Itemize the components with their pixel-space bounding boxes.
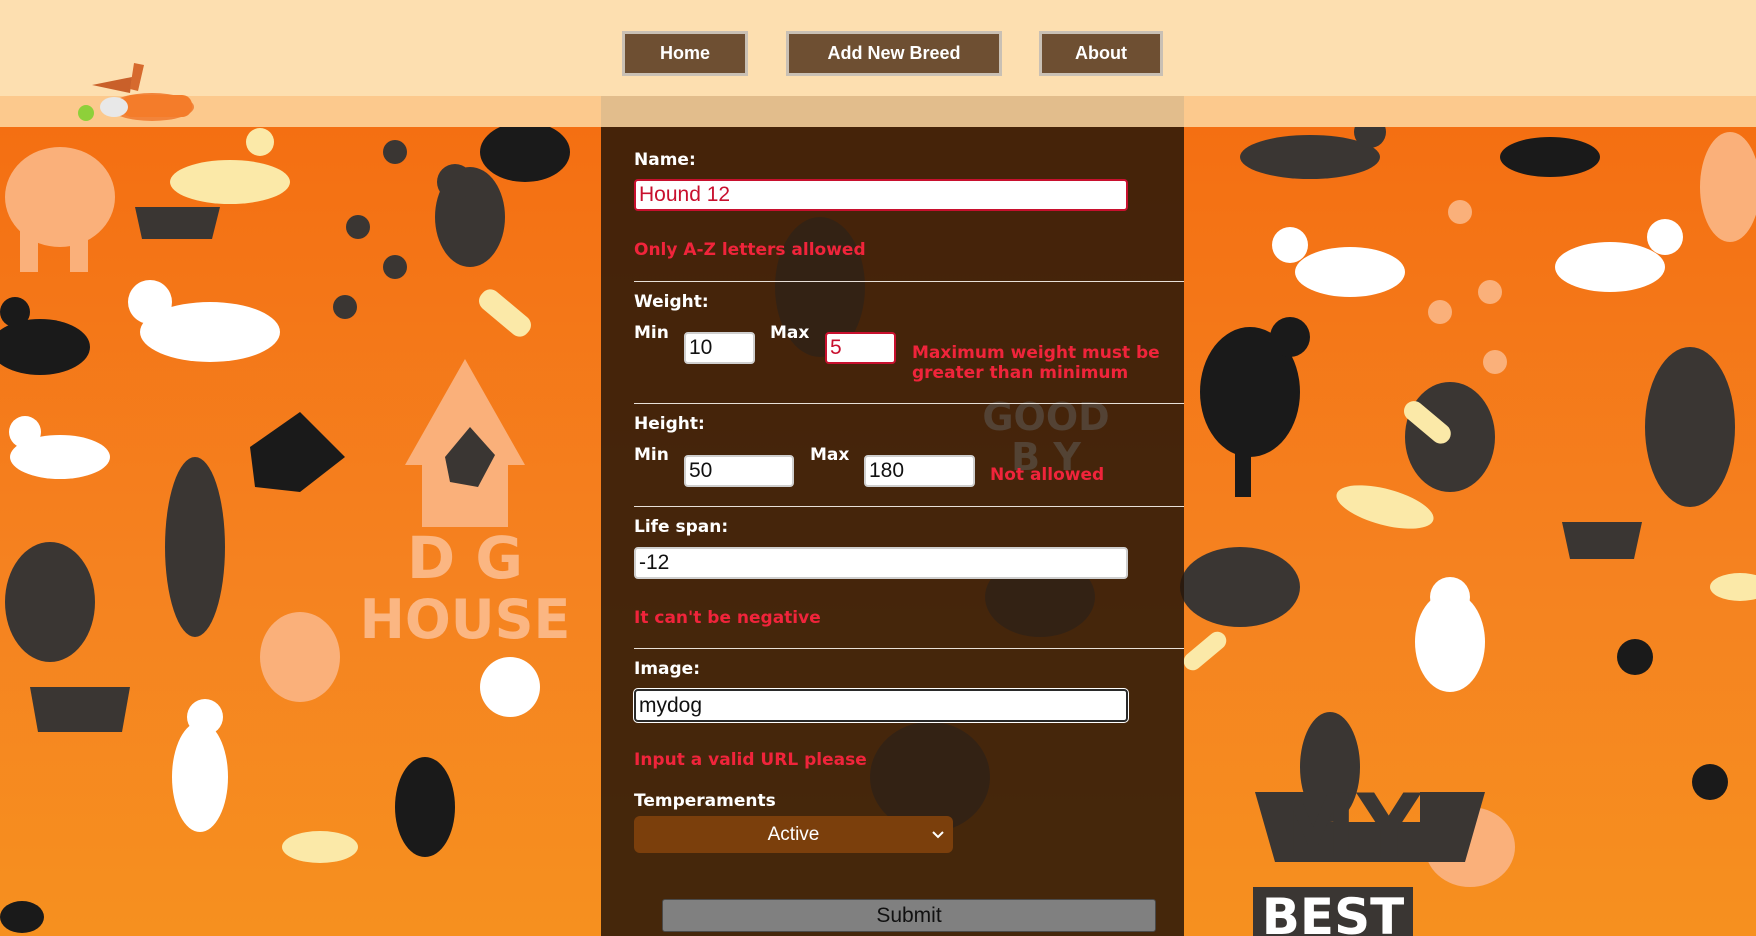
weight-error-line1: Maximum weight must be	[912, 343, 1160, 363]
logo-dog-icon[interactable]	[72, 55, 202, 125]
weight-label: Weight:	[634, 292, 709, 312]
height-label: Height:	[634, 414, 705, 434]
my-best-sign: MY	[1269, 775, 1421, 878]
weight-min-label: Min	[634, 323, 669, 343]
panel-header-strip	[601, 96, 1184, 127]
submit-button[interactable]: Submit	[662, 899, 1156, 932]
weight-min-input[interactable]: 10	[684, 332, 755, 364]
nav-add-breed-button[interactable]: Add New Breed	[786, 31, 1002, 76]
temperaments-selected-value: Active	[767, 823, 820, 845]
name-error: Only A-Z letters allowed	[634, 240, 866, 260]
height-min-label: Min	[634, 445, 669, 465]
nav-home-button[interactable]: Home	[622, 31, 748, 76]
divider	[634, 506, 1184, 507]
name-label: Name:	[634, 150, 696, 170]
life-span-error: It can't be negative	[634, 608, 821, 628]
divider	[634, 403, 1184, 404]
nav-about-button[interactable]: About	[1039, 31, 1163, 76]
life-span-label: Life span:	[634, 517, 729, 537]
temperaments-select[interactable]: Active	[634, 816, 953, 853]
weight-error-line2: greater than minimum	[912, 363, 1129, 383]
chevron-down-icon	[932, 831, 944, 839]
height-min-input[interactable]: 50	[684, 455, 794, 487]
divider	[634, 648, 1184, 649]
weight-max-label: Max	[770, 323, 810, 343]
height-max-label: Max	[810, 445, 850, 465]
image-url-input[interactable]: mydog	[634, 689, 1128, 722]
divider	[634, 281, 1184, 282]
temperaments-label: Temperaments	[634, 791, 776, 811]
height-error: Not allowed	[990, 465, 1105, 485]
my-best-sign-banner: BEST	[1253, 887, 1413, 936]
life-span-input[interactable]: -12	[634, 547, 1128, 579]
height-max-input[interactable]: 180	[864, 455, 975, 487]
image-label: Image:	[634, 659, 701, 679]
dog-house-sign: D G HOUSE	[359, 524, 571, 651]
image-error: Input a valid URL please	[634, 750, 867, 770]
weight-max-input[interactable]: 5	[825, 332, 896, 364]
name-input[interactable]: Hound 12	[634, 179, 1128, 211]
weight-error: Maximum weight must be greater than mini…	[912, 343, 1160, 383]
